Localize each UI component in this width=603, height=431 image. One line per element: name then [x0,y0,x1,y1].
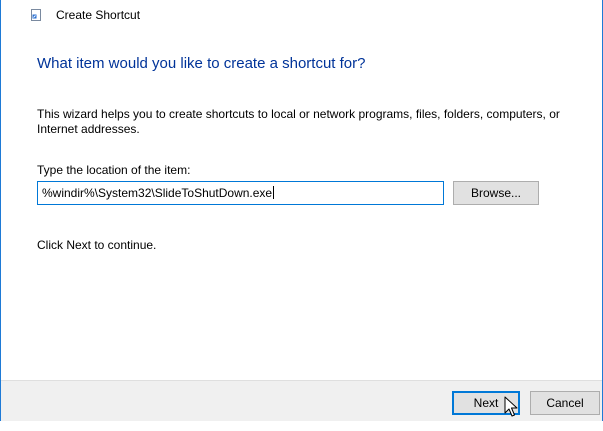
page-heading: What item would you like to create a sho… [37,55,366,72]
shortcut-wizard-icon [31,9,41,21]
text-caret [273,186,275,199]
location-input[interactable]: %windir%\System32\SlideToShutDown.exe [37,181,444,205]
cancel-button[interactable]: Cancel [530,391,600,415]
create-shortcut-dialog: Create Shortcut What item would you like… [0,0,603,421]
location-input-value: %windir%\System32\SlideToShutDown.exe [42,186,273,200]
location-label: Type the location of the item: [37,163,191,177]
browse-button[interactable]: Browse... [453,181,539,205]
title-bar[interactable]: Create Shortcut [1,0,602,31]
mouse-pointer-icon [504,396,518,417]
wizard-description: This wizard helps you to create shortcut… [37,107,560,136]
continue-instruction: Click Next to continue. [37,238,157,252]
window-title: Create Shortcut [56,8,141,22]
